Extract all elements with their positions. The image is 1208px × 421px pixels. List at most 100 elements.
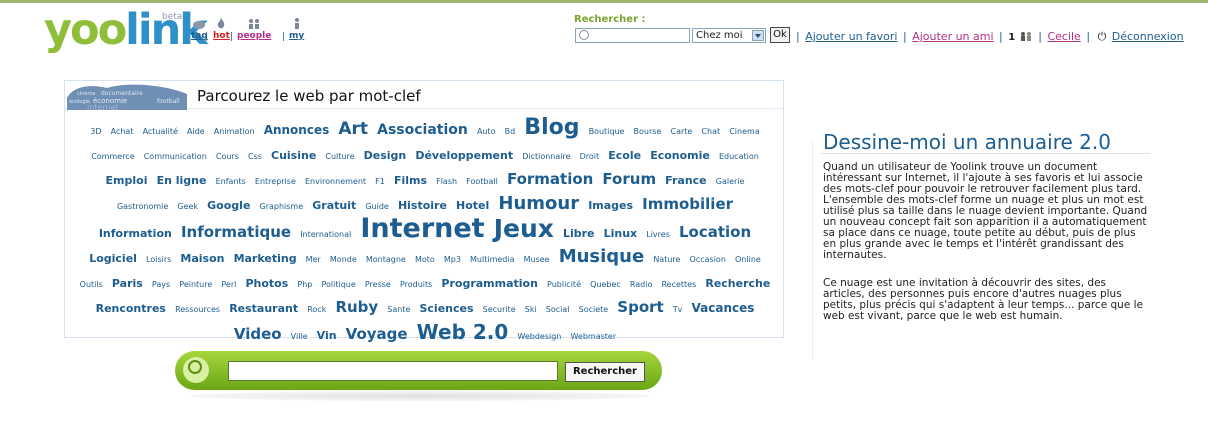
cloud-tag[interactable]: Nature (653, 255, 680, 264)
cloud-tag[interactable]: Internet (360, 213, 484, 244)
cloud-tag[interactable]: Emploi (106, 174, 148, 187)
cloud-tag[interactable]: Commerce (91, 152, 134, 161)
cloud-tag[interactable]: F1 (375, 177, 385, 186)
cloud-tag[interactable]: Societe (579, 305, 609, 314)
cloud-tag[interactable]: Actualité (143, 127, 178, 136)
nav-hot-link[interactable]: hot (213, 31, 230, 41)
cloud-tag[interactable]: Vin (317, 329, 337, 342)
cloud-tag[interactable]: Gratuit (312, 199, 356, 212)
cloud-tag[interactable]: Voyage (346, 325, 408, 343)
cloud-tag[interactable]: Musique (559, 246, 645, 267)
cloud-tag[interactable]: Politique (321, 280, 355, 289)
cloud-tag[interactable]: Pays (152, 280, 170, 289)
bottom-search-input[interactable] (228, 361, 558, 381)
cloud-tag[interactable]: Ressources (175, 305, 220, 314)
cloud-tag[interactable]: 3D (90, 127, 101, 136)
cloud-tag[interactable]: Social (546, 305, 570, 314)
cloud-tag[interactable]: Football (466, 177, 498, 186)
cloud-tag[interactable]: Linux (604, 227, 638, 240)
cloud-tag[interactable]: Galerie (716, 177, 745, 186)
cloud-tag[interactable]: Blog (524, 115, 579, 140)
cloud-tag[interactable]: Auto (477, 127, 496, 136)
cloud-tag[interactable]: Education (719, 152, 759, 161)
cloud-tag[interactable]: Entreprise (255, 177, 296, 186)
cloud-tag[interactable]: Online (735, 255, 761, 264)
cloud-tag[interactable]: Multimedia (470, 255, 514, 264)
cloud-tag[interactable]: Css (248, 152, 262, 161)
cloud-tag[interactable]: Quebec (590, 280, 621, 289)
cloud-tag[interactable]: Mp3 (444, 255, 461, 264)
cloud-tag[interactable]: Environnement (305, 177, 366, 186)
cloud-tag[interactable]: Ville (291, 332, 308, 341)
cloud-tag[interactable]: Webmaster (570, 332, 616, 341)
cloud-tag[interactable]: Ecole (608, 149, 641, 162)
cloud-tag[interactable]: Bd (505, 127, 516, 136)
cloud-tag[interactable]: Cours (216, 152, 239, 161)
cloud-tag[interactable]: Webdesign (517, 332, 561, 341)
cloud-tag[interactable]: Design (364, 149, 407, 162)
cloud-tag[interactable]: Développement (415, 149, 513, 162)
cloud-tag[interactable]: Achat (111, 127, 134, 136)
cloud-tag[interactable]: Culture (325, 152, 354, 161)
cloud-tag[interactable]: Ski (525, 305, 537, 314)
cloud-tag[interactable]: Marketing (234, 252, 297, 265)
cloud-tag[interactable]: Information (99, 227, 172, 240)
cloud-tag[interactable]: International (300, 230, 351, 239)
cloud-tag[interactable]: Association (377, 122, 468, 138)
cloud-tag[interactable]: Rock (307, 305, 326, 314)
cloud-tag[interactable]: Paris (112, 277, 143, 290)
cloud-tag[interactable]: Sport (617, 298, 663, 316)
cloud-tag[interactable]: En ligne (157, 174, 207, 187)
cloud-tag[interactable]: Rencontres (96, 302, 166, 315)
cloud-tag[interactable]: Annonces (264, 123, 330, 137)
user-profile-link[interactable]: Cecile (1047, 30, 1080, 43)
cloud-tag[interactable]: Livres (646, 230, 670, 239)
cloud-tag[interactable]: Informatique (181, 223, 291, 241)
cloud-tag[interactable]: Films (394, 174, 427, 187)
add-favorite-link[interactable]: Ajouter un favori (805, 30, 897, 43)
nav-hot[interactable]: hot (213, 17, 230, 41)
cloud-tag[interactable]: Sante (387, 305, 410, 314)
cloud-tag[interactable]: Location (679, 223, 751, 241)
people-icon[interactable] (1019, 31, 1033, 41)
cloud-tag[interactable]: Bourse (634, 127, 662, 136)
cloud-tag[interactable]: Monde (330, 255, 357, 264)
cloud-tag[interactable]: Loisirs (146, 255, 171, 264)
ok-button[interactable]: Ok (770, 27, 790, 43)
cloud-tag[interactable]: Restaurant (229, 302, 298, 315)
cloud-tag[interactable]: Enfants (216, 177, 246, 186)
cloud-tag[interactable]: Maison (180, 252, 224, 265)
bottom-search-button[interactable]: Rechercher (565, 362, 645, 382)
cloud-tag[interactable]: Communication (144, 152, 207, 161)
cloud-tag[interactable]: Gastronomie (117, 202, 168, 211)
cloud-tag[interactable]: Photos (245, 277, 288, 290)
cloud-tag[interactable]: Aide (187, 127, 205, 136)
cloud-tag[interactable]: Peinture (179, 280, 212, 289)
search-scope-select[interactable]: Chez moi (692, 28, 766, 43)
cloud-tag[interactable]: Produits (400, 280, 432, 289)
cloud-tag[interactable]: Web 2.0 (417, 320, 509, 344)
nav-people[interactable]: people (237, 17, 271, 41)
cloud-tag[interactable]: Ruby (335, 298, 378, 316)
cloud-tag[interactable]: Hotel (456, 199, 489, 212)
cloud-tag[interactable]: Droit (580, 152, 600, 161)
nav-my-link[interactable]: my (289, 31, 304, 41)
cloud-tag[interactable]: France (665, 174, 706, 187)
cloud-tag[interactable]: Securite (483, 305, 516, 314)
cloud-tag[interactable]: Radio (630, 280, 652, 289)
cloud-tag[interactable]: Humour (498, 193, 579, 214)
cloud-tag[interactable]: Perl (221, 280, 236, 289)
cloud-tag[interactable]: Programmation (441, 277, 538, 290)
cloud-tag[interactable]: Montagne (366, 255, 406, 264)
cloud-tag[interactable]: Vacances (692, 301, 755, 315)
nav-my[interactable]: my (289, 17, 304, 41)
top-search-input[interactable] (575, 28, 690, 43)
cloud-tag[interactable]: Art (338, 119, 368, 139)
cloud-tag[interactable]: Occasion (690, 255, 726, 264)
cloud-tag[interactable]: Logiciel (89, 252, 137, 265)
cloud-tag[interactable]: Flash (436, 177, 457, 186)
cloud-tag[interactable]: Immobilier (642, 195, 733, 213)
cloud-tag[interactable]: Economie (650, 149, 710, 162)
cloud-tag[interactable]: Moto (415, 255, 435, 264)
cloud-tag[interactable]: Animation (214, 127, 255, 136)
